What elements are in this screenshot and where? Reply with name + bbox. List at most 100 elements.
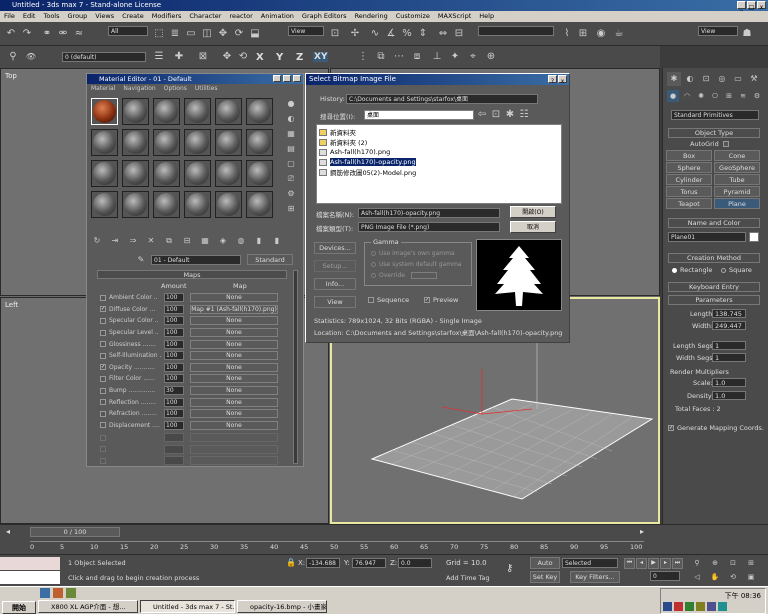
sample-slot[interactable] (91, 191, 118, 218)
move-icon[interactable]: ✥ (220, 50, 234, 64)
redo-icon[interactable]: ↷ (20, 27, 34, 41)
look-in-dropdown[interactable]: 桌面 (364, 110, 474, 120)
create-torus-button[interactable]: Torus (666, 186, 712, 197)
go-end-icon[interactable]: ⏭ (672, 558, 683, 569)
sample-slot[interactable] (122, 98, 149, 125)
menu-item-rendering[interactable]: Rendering (351, 11, 392, 22)
lock-icon[interactable]: 🔒 (286, 558, 296, 567)
select-icon[interactable]: ⬚ (152, 27, 166, 41)
time-next-icon[interactable]: ▸ (640, 527, 644, 536)
mat-close-button[interactable] (293, 75, 301, 82)
menu-item-customize[interactable]: Customize (392, 11, 434, 22)
map-slot-button[interactable]: None (190, 386, 278, 396)
help-button[interactable]: ? (548, 75, 557, 85)
map-amount[interactable]: 100 (164, 374, 184, 384)
x-coord[interactable]: -134.688 (306, 558, 340, 568)
map-slot-button[interactable]: None (190, 362, 278, 372)
sample-slot[interactable] (246, 160, 273, 187)
options-icon[interactable]: ⚙ (285, 188, 297, 200)
unlink-icon[interactable]: ⚮ (56, 27, 70, 41)
helpers-icon[interactable]: ⊞ (723, 90, 735, 102)
spacewarps-icon[interactable]: ≋ (737, 90, 749, 102)
parameters-rollout[interactable]: Parameters (668, 295, 760, 305)
region-select-icon[interactable]: ▭ (184, 27, 198, 41)
map-amount[interactable]: 100 (164, 362, 184, 372)
map-amount[interactable]: 100 (164, 304, 184, 314)
file-list[interactable]: 新資料夾 新資料夾 (2) Ash-fall(h170).png Ash-fall(h… (316, 124, 562, 204)
rectangle-radio[interactable]: Rectangle (672, 266, 712, 274)
close-button[interactable]: x (757, 1, 766, 11)
array-icon[interactable]: ⋮ (356, 50, 370, 64)
display-tab-icon[interactable]: ▭ (731, 72, 745, 86)
map-amount[interactable]: 100 (164, 397, 184, 407)
put-to-library-icon[interactable]: ⊟ (181, 235, 193, 247)
map-slot-button[interactable]: None (190, 293, 278, 303)
sample-slot[interactable] (153, 98, 180, 125)
maps-rollout-header[interactable]: Maps (97, 270, 287, 279)
manipulate-icon[interactable]: ✢ (348, 27, 362, 41)
sample-slot[interactable] (184, 191, 211, 218)
add-time-tag[interactable]: Add Time Tag (446, 574, 490, 582)
tray-network-icon[interactable] (663, 602, 672, 611)
lights-icon[interactable]: ✺ (695, 90, 707, 102)
create-cone-button[interactable]: Cone (714, 150, 760, 161)
rotate-icon[interactable]: ⟲ (236, 50, 250, 64)
sample-slot[interactable] (215, 129, 242, 156)
hierarchy-tab-icon[interactable]: ⊡ (699, 72, 713, 86)
map-enable-checkbox[interactable] (100, 422, 106, 429)
gamma-opt-system[interactable]: Use system default gamma (371, 261, 462, 268)
minimize-button[interactable]: _ (737, 1, 746, 11)
name-color-rollout[interactable]: Name and Color (668, 218, 760, 228)
select-by-name-icon[interactable]: ≣ (168, 27, 182, 41)
sample-slot[interactable] (122, 191, 149, 218)
put-to-scene-icon[interactable]: ⇥ (109, 235, 121, 247)
history-dropdown[interactable]: C:\Documents and Settings\starfox\桌面 (346, 94, 538, 104)
go-forward-icon[interactable]: ▮ (271, 235, 283, 247)
map-slot-button[interactable]: None (190, 374, 278, 384)
background-icon[interactable]: ▦ (285, 128, 297, 140)
map-slot-button[interactable]: None (190, 339, 278, 349)
sample-slot[interactable] (184, 129, 211, 156)
sample-slot[interactable] (122, 160, 149, 187)
motion-tab-icon[interactable]: ◎ (715, 72, 729, 86)
pan-icon[interactable]: ✋ (708, 572, 722, 583)
ref-coord-dropdown[interactable]: View (288, 26, 324, 36)
sample-type-icon[interactable]: ● (285, 98, 297, 110)
map-slot-button[interactable]: None (190, 397, 278, 407)
prev-frame-icon[interactable]: ◂ (636, 558, 647, 569)
quick-launch-ie-icon[interactable] (40, 588, 50, 598)
map-slot-button[interactable]: None (190, 409, 278, 419)
new-folder-icon[interactable]: ✱ (504, 108, 516, 122)
file-item[interactable]: Ash-fall(h170).png (319, 147, 559, 157)
object-color-swatch[interactable] (749, 232, 759, 242)
devices-button[interactable]: Devices... (314, 242, 356, 254)
width-spinner[interactable]: 249.447 (712, 321, 746, 330)
quick-launch-app-icon[interactable] (53, 588, 63, 598)
create-sphere-button[interactable]: Sphere (666, 162, 712, 173)
map-amount[interactable]: 100 (164, 316, 184, 326)
sequence-checkbox[interactable]: Sequence (368, 296, 409, 304)
sample-slot[interactable] (184, 160, 211, 187)
show-map-icon[interactable]: ◈ (217, 235, 229, 247)
align-icon[interactable]: ⊟ (452, 27, 466, 41)
square-radio[interactable]: Square (721, 266, 752, 274)
open-button[interactable]: 開啟(O) (510, 206, 556, 218)
length-segs-spinner[interactable]: 1 (712, 341, 746, 350)
create-tube-button[interactable]: Tube (714, 174, 760, 185)
auto-key-button[interactable]: Auto Key (530, 557, 560, 578)
menu-item-group[interactable]: Group (64, 11, 92, 22)
reset-map-icon[interactable]: ✕ (145, 235, 157, 247)
sample-slot[interactable] (215, 191, 242, 218)
taskbar-item-driver[interactable]: X800 XL AGP介面 - 想... (38, 600, 138, 613)
view-menu-icon[interactable]: ☷ (518, 108, 530, 122)
creation-method-rollout[interactable]: Creation Method (668, 253, 760, 263)
map-enable-checkbox[interactable]: ✓ (100, 306, 106, 313)
dialog-close-button[interactable]: x (558, 75, 567, 85)
current-frame[interactable]: 0 (650, 571, 680, 581)
filename-input[interactable]: Ash-fall(h170)-opacity.png (358, 208, 500, 218)
show-end-result-icon[interactable]: ◍ (235, 235, 247, 247)
orbit-icon[interactable]: ⟲ (726, 572, 740, 583)
bind-spacewarp-icon[interactable]: ≈ (72, 27, 86, 41)
map-enable-checkbox[interactable] (100, 329, 106, 336)
menu-item-animation[interactable]: Animation (257, 11, 298, 22)
